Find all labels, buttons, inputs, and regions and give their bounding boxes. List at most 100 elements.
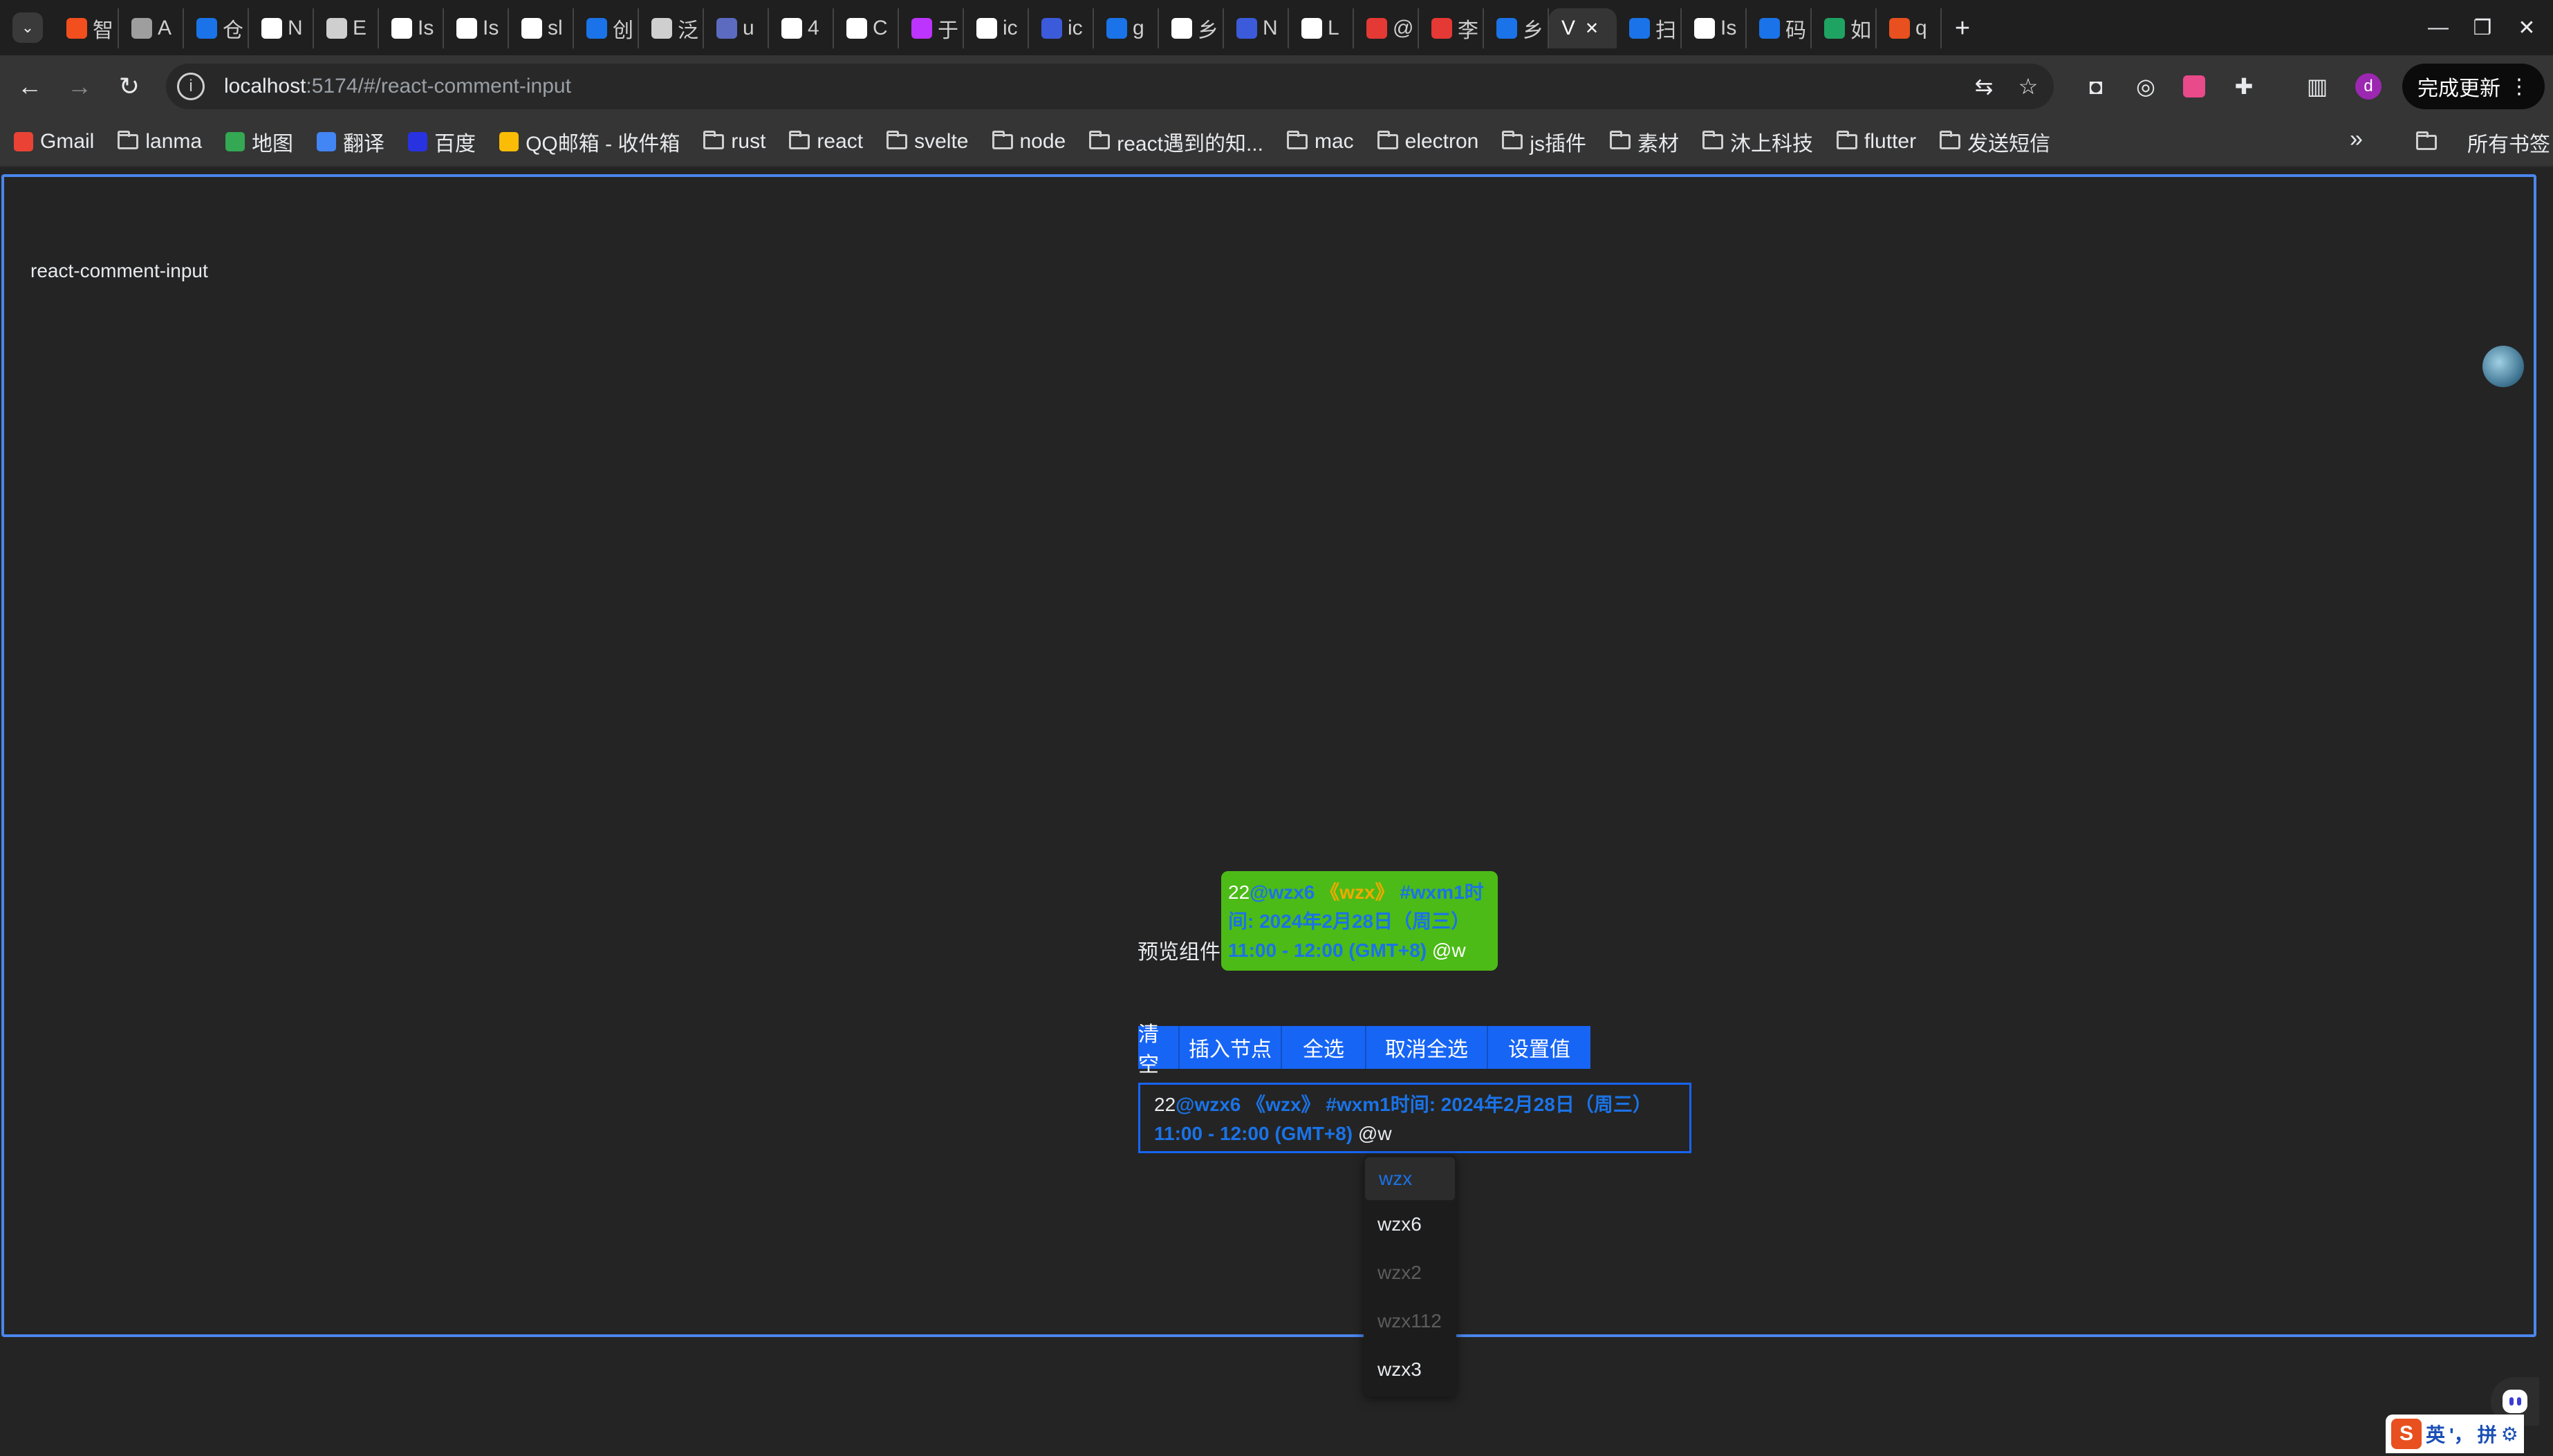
close-icon: ✕: [2518, 16, 2536, 39]
tab[interactable]: 乡: [1484, 8, 1549, 48]
floating-avatar-icon[interactable]: [2482, 346, 2524, 387]
extensions-puzzle-icon[interactable]: ✚: [2227, 69, 2261, 104]
extension-square-icon[interactable]: ◘: [2079, 69, 2113, 104]
editor-book-tag[interactable]: 《wzx》: [1246, 1094, 1320, 1115]
minimize-button[interactable]: —: [2417, 10, 2459, 46]
reload-button[interactable]: ↻: [111, 68, 148, 105]
new-tab-button[interactable]: +: [1942, 8, 1983, 48]
tab[interactable]: ic: [964, 8, 1029, 48]
close-tab-icon[interactable]: ✕: [1585, 19, 1599, 39]
side-panel-icon[interactable]: ▥: [2300, 69, 2334, 104]
tab[interactable]: L: [1289, 8, 1354, 48]
tab[interactable]: 4: [769, 8, 834, 48]
tab[interactable]: Is: [379, 8, 444, 48]
tab[interactable]: 乡: [1159, 8, 1224, 48]
editor-mention-tag[interactable]: @wzx6: [1176, 1094, 1241, 1115]
extension-target-icon[interactable]: ◎: [2128, 69, 2163, 104]
gear-icon[interactable]: ⚙: [2501, 1423, 2518, 1446]
tab[interactable]: sl: [509, 8, 574, 48]
dropdown-option[interactable]: wzx: [1365, 1157, 1455, 1200]
bookmark-item[interactable]: QQ邮箱 - 收件箱: [499, 127, 680, 157]
tab-label: Is: [483, 17, 499, 39]
bookmark-item[interactable]: Gmail: [14, 130, 94, 153]
tab[interactable]: N: [249, 8, 314, 48]
all-bookmarks[interactable]: 所有书签: [2416, 127, 2550, 158]
comment-input[interactable]: 22@wzx6 《wzx》 #wxm1时间: 2024年2月28日（周三）11:…: [1138, 1083, 1691, 1153]
dropdown-option[interactable]: wzx3: [1364, 1345, 1456, 1394]
tab[interactable]: Is: [444, 8, 509, 48]
bookmark-label: 百度: [434, 133, 476, 156]
dropdown-option[interactable]: wzx6: [1364, 1200, 1456, 1249]
tab[interactable]: 于: [899, 8, 964, 48]
address-bar[interactable]: i localhost:5174/#/react-comment-input ⇆…: [166, 64, 2054, 109]
tab[interactable]: 创: [574, 8, 639, 48]
tab[interactable]: g: [1094, 8, 1159, 48]
translate-icon[interactable]: ⇆: [1967, 69, 2001, 104]
tab[interactable]: 泛: [639, 8, 704, 48]
tab-label: 李: [1458, 19, 1478, 42]
bookmark-item[interactable]: js插件: [1502, 127, 1586, 157]
select-all-button[interactable]: 全选: [1282, 1026, 1366, 1069]
bookmark-item[interactable]: mac: [1286, 130, 1354, 153]
deselect-all-button[interactable]: 取消全选: [1366, 1026, 1488, 1069]
tab[interactable]: 如: [1812, 8, 1877, 48]
bookmark-item[interactable]: 翻译: [317, 127, 384, 157]
tab-search-button[interactable]: ⌄: [12, 12, 43, 43]
ime-toolbar[interactable]: S 英 '， 拼 ⚙: [2386, 1415, 2524, 1453]
ime-input-mode[interactable]: 拼: [2478, 1420, 2497, 1448]
tab[interactable]: 扫: [1617, 8, 1682, 48]
tab[interactable]: 智: [54, 8, 119, 48]
tab[interactable]: A: [119, 8, 184, 48]
forward-button[interactable]: →: [61, 68, 98, 105]
tab-label: N: [1263, 17, 1278, 39]
extension-translate-icon[interactable]: [2177, 69, 2211, 104]
tab[interactable]: ic: [1029, 8, 1094, 48]
bookmark-star-icon[interactable]: ☆: [2011, 69, 2045, 104]
profile-avatar[interactable]: d: [2355, 73, 2382, 100]
tab[interactable]: u: [704, 8, 769, 48]
tab-label: 4: [808, 17, 819, 39]
bookmark-item[interactable]: 地图: [225, 127, 293, 157]
tab[interactable]: 码: [1747, 8, 1812, 48]
bookmark-item[interactable]: rust: [703, 130, 765, 153]
tab-label: 如: [1850, 19, 1871, 42]
folder-icon: [1089, 131, 1111, 149]
bookmark-item[interactable]: react: [789, 130, 863, 153]
bookmark-item[interactable]: 百度: [408, 127, 476, 157]
more-bookmarks-icon[interactable]: »: [2350, 126, 2363, 153]
bookmark-item[interactable]: svelte: [886, 130, 969, 153]
bookmark-item[interactable]: react遇到的知...: [1089, 127, 1263, 157]
ime-mode[interactable]: 英: [2426, 1420, 2445, 1448]
close-window-button[interactable]: ✕: [2506, 10, 2547, 46]
update-button[interactable]: 完成更新 ⋮: [2402, 64, 2545, 109]
url-text[interactable]: localhost:5174/#/react-comment-input: [224, 75, 571, 98]
tab-active[interactable]: V ✕: [1549, 8, 1617, 48]
favicon-icon: [1366, 18, 1387, 39]
set-value-button[interactable]: 设置值: [1488, 1026, 1590, 1069]
bookmark-item[interactable]: lanma: [118, 130, 202, 153]
tab[interactable]: @: [1354, 8, 1419, 48]
restore-button[interactable]: ❐: [2462, 10, 2503, 46]
tab[interactable]: N: [1224, 8, 1289, 48]
back-button[interactable]: ←: [11, 68, 48, 105]
bookmark-item[interactable]: node: [992, 130, 1066, 153]
clear-button[interactable]: 清空: [1138, 1023, 1180, 1076]
favicon-icon: [1171, 18, 1192, 39]
insert-node-button[interactable]: 插入节点: [1180, 1026, 1282, 1069]
tab[interactable]: C: [834, 8, 899, 48]
bookmark-item[interactable]: electron: [1377, 130, 1478, 153]
ime-punct[interactable]: '，: [2449, 1420, 2473, 1448]
site-info-icon[interactable]: i: [177, 73, 205, 100]
tab[interactable]: 李: [1419, 8, 1484, 48]
bookmark-item[interactable]: flutter: [1837, 130, 1916, 153]
tab-label: 智: [93, 19, 113, 42]
tab[interactable]: E: [314, 8, 379, 48]
tab[interactable]: q: [1877, 8, 1942, 48]
tab-label: A: [158, 17, 172, 39]
bookmark-item[interactable]: 沐上科技: [1702, 127, 1813, 157]
tab[interactable]: 仓: [184, 8, 249, 48]
bookmark-item[interactable]: 素材: [1610, 127, 1679, 157]
bookmark-item[interactable]: 发送短信: [1940, 127, 2050, 157]
favicon-icon: [846, 18, 867, 39]
tab[interactable]: Is: [1682, 8, 1747, 48]
